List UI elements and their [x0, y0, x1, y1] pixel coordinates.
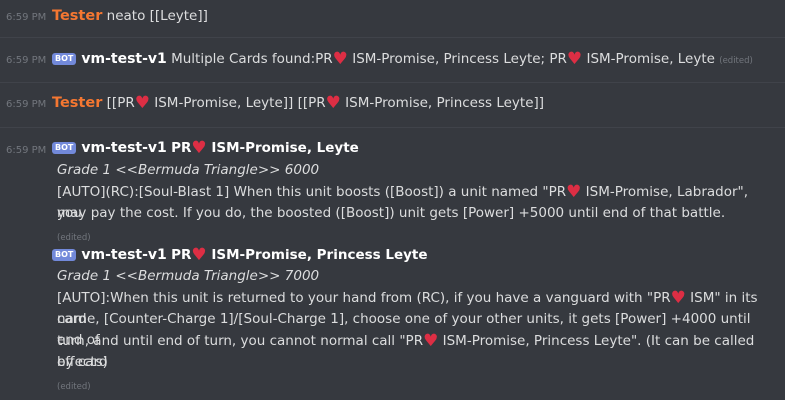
bot-badge: BOT	[52, 142, 77, 154]
card-title: PR♥ ISM-Promise, Princess Leyte	[171, 245, 428, 265]
heart-icon: ♥	[670, 288, 686, 308]
timestamp: 6:59 PM	[6, 55, 47, 66]
message-text: ISM-Promise, Leyte]] [[PR	[149, 95, 326, 111]
username[interactable]: vm-test-v1	[81, 247, 166, 263]
message-line: BOT vm-test-v1 PR♥ ISM-Promise, Leyte	[52, 138, 777, 159]
message-text: neato [[Leyte]]	[106, 8, 208, 24]
timestamp: 6:59 PM	[6, 99, 47, 110]
heart-icon: ♥	[191, 138, 207, 158]
bot-badge: BOT	[52, 53, 77, 65]
message-line: Tester neato [[Leyte]]	[52, 6, 777, 27]
heart-icon: ♥	[325, 93, 341, 113]
card-title: PR♥ ISM-Promise, Leyte	[171, 138, 359, 158]
username[interactable]: Tester	[52, 8, 102, 24]
edited-label: (edited)	[57, 233, 91, 243]
card-effect: may pay the cost. If you do, the boosted…	[57, 205, 726, 221]
card-grade: Grade 1 <<Bermuda Triangle>> 7000	[57, 268, 320, 284]
edited-label: (edited)	[719, 56, 753, 66]
heart-icon: ♥	[332, 49, 348, 69]
message-line: Tester [[PR♥ ISM-Promise, Leyte]] [[PR♥ …	[52, 93, 777, 114]
edited-row: (edited)	[57, 375, 769, 398]
divider	[0, 127, 785, 128]
edited-label: (edited)	[57, 382, 91, 392]
card-grade: Grade 1 <<Bermuda Triangle>> 6000	[57, 162, 320, 178]
message-line: BOT vm-test-v1 PR♥ ISM-Promise, Princess …	[52, 245, 777, 266]
timestamp: 6:59 PM	[6, 145, 47, 156]
heart-icon: ♥	[191, 245, 207, 265]
divider	[0, 37, 785, 38]
message-text: ISM-Promise, Princess Leyte]]	[340, 95, 545, 111]
username[interactable]: vm-test-v1	[81, 51, 166, 67]
heart-icon: ♥	[566, 182, 582, 202]
message-text: ISM-Promise, Princess Leyte; PR	[347, 51, 567, 67]
heart-icon: ♥	[423, 331, 439, 351]
username[interactable]: Tester	[52, 95, 102, 111]
card-effect: effects)	[57, 354, 108, 370]
username[interactable]: vm-test-v1	[81, 140, 166, 156]
message-line: BOT vm-test-v1 Multiple Cards found:PR♥ I…	[52, 49, 777, 72]
message-1: 6:59 PM Tester neato [[Leyte]]	[0, 0, 785, 36]
message-text: ISM-Promise, Leyte	[582, 51, 715, 67]
divider	[0, 82, 785, 83]
bot-badge: BOT	[52, 249, 77, 261]
timestamp: 6:59 PM	[6, 12, 47, 23]
message-text: [[PR	[106, 95, 135, 111]
message-text: Multiple Cards found:PR	[171, 51, 333, 67]
heart-icon: ♥	[134, 93, 150, 113]
heart-icon: ♥	[566, 49, 583, 69]
